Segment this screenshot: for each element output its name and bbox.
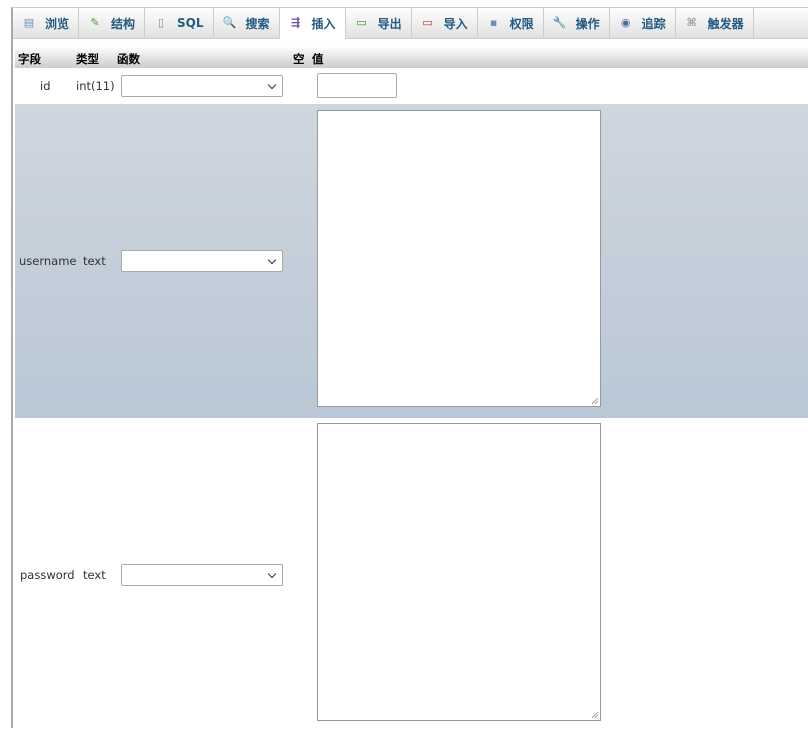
privileges-icon: ▪ xyxy=(489,16,498,29)
export-icon: ▭ xyxy=(356,16,367,29)
structure-icon: ✎ xyxy=(90,16,100,29)
import-icon: ▭ xyxy=(422,16,433,29)
tab-label: 搜索 xyxy=(245,16,270,31)
function-select[interactable] xyxy=(121,75,283,97)
table-row: username text xyxy=(15,104,808,418)
header-type: 类型 xyxy=(76,52,99,66)
tab-label: 权限 xyxy=(509,16,534,31)
value-textarea[interactable] xyxy=(317,423,601,721)
tab-search[interactable]: 🔍 搜索 xyxy=(214,8,280,38)
table-row: id int(11) xyxy=(15,68,808,104)
tab-structure[interactable]: ✎ 结构 xyxy=(79,8,146,38)
sql-icon: ▯ xyxy=(158,16,165,29)
field-type: text xyxy=(83,568,106,582)
table-row: password text xyxy=(15,418,808,724)
tab-label: 导入 xyxy=(443,16,468,31)
tab-bar: ▤ 浏览 ✎ 结构 ▯ SQL 🔍 搜索 ⇶ 插入 ▭ 导出 ▭ 导入 ▪ 权限 🔧 操作 ◉ 追踪 ⌘ 触发器 xyxy=(13,8,808,39)
header-value: 值 xyxy=(312,52,324,66)
tab-sql[interactable]: ▯ SQL xyxy=(145,8,214,38)
field-name: password xyxy=(20,568,75,582)
wrench-icon: 🔧 xyxy=(552,16,567,29)
field-name: username xyxy=(19,254,77,268)
header-function: 函数 xyxy=(117,52,140,66)
header-field: 字段 xyxy=(18,52,41,66)
browse-icon: ▤ xyxy=(23,16,35,29)
field-type: text xyxy=(83,254,106,268)
tab-trigger[interactable]: ⌘ 触发器 xyxy=(676,8,754,38)
tab-label: 操作 xyxy=(575,16,600,31)
tab-wrench[interactable]: 🔧 操作 xyxy=(544,8,610,38)
tab-privileges[interactable]: ▪ 权限 xyxy=(478,8,544,38)
tab-insert[interactable]: ⇶ 插入 xyxy=(279,8,346,39)
value-input[interactable] xyxy=(317,73,397,98)
tab-browse[interactable]: ▤ 浏览 xyxy=(13,8,80,38)
tab-eye[interactable]: ◉ 追踪 xyxy=(610,8,676,38)
value-textarea[interactable] xyxy=(317,110,601,407)
search-icon: 🔍 xyxy=(222,16,237,29)
tab-label: 导出 xyxy=(377,16,402,31)
table-header: 字段 类型 函数 空 值 xyxy=(15,46,808,68)
tab-label: 追踪 xyxy=(641,16,666,31)
trigger-icon: ⌘ xyxy=(686,16,697,29)
tab-label: 浏览 xyxy=(45,16,70,31)
field-type: int(11) xyxy=(76,79,115,93)
eye-icon: ◉ xyxy=(620,16,631,29)
tab-label: 触发器 xyxy=(707,16,744,31)
header-null: 空 xyxy=(293,52,305,66)
tab-label: 结构 xyxy=(111,16,136,31)
tab-label: SQL xyxy=(177,16,204,30)
tab-export[interactable]: ▭ 导出 xyxy=(346,8,412,38)
field-name: id xyxy=(40,79,51,93)
tab-label: 插入 xyxy=(311,16,336,31)
tab-import[interactable]: ▭ 导入 xyxy=(412,8,478,38)
function-select[interactable] xyxy=(121,250,283,272)
function-select[interactable] xyxy=(121,564,283,586)
insert-icon: ⇶ xyxy=(290,16,301,29)
